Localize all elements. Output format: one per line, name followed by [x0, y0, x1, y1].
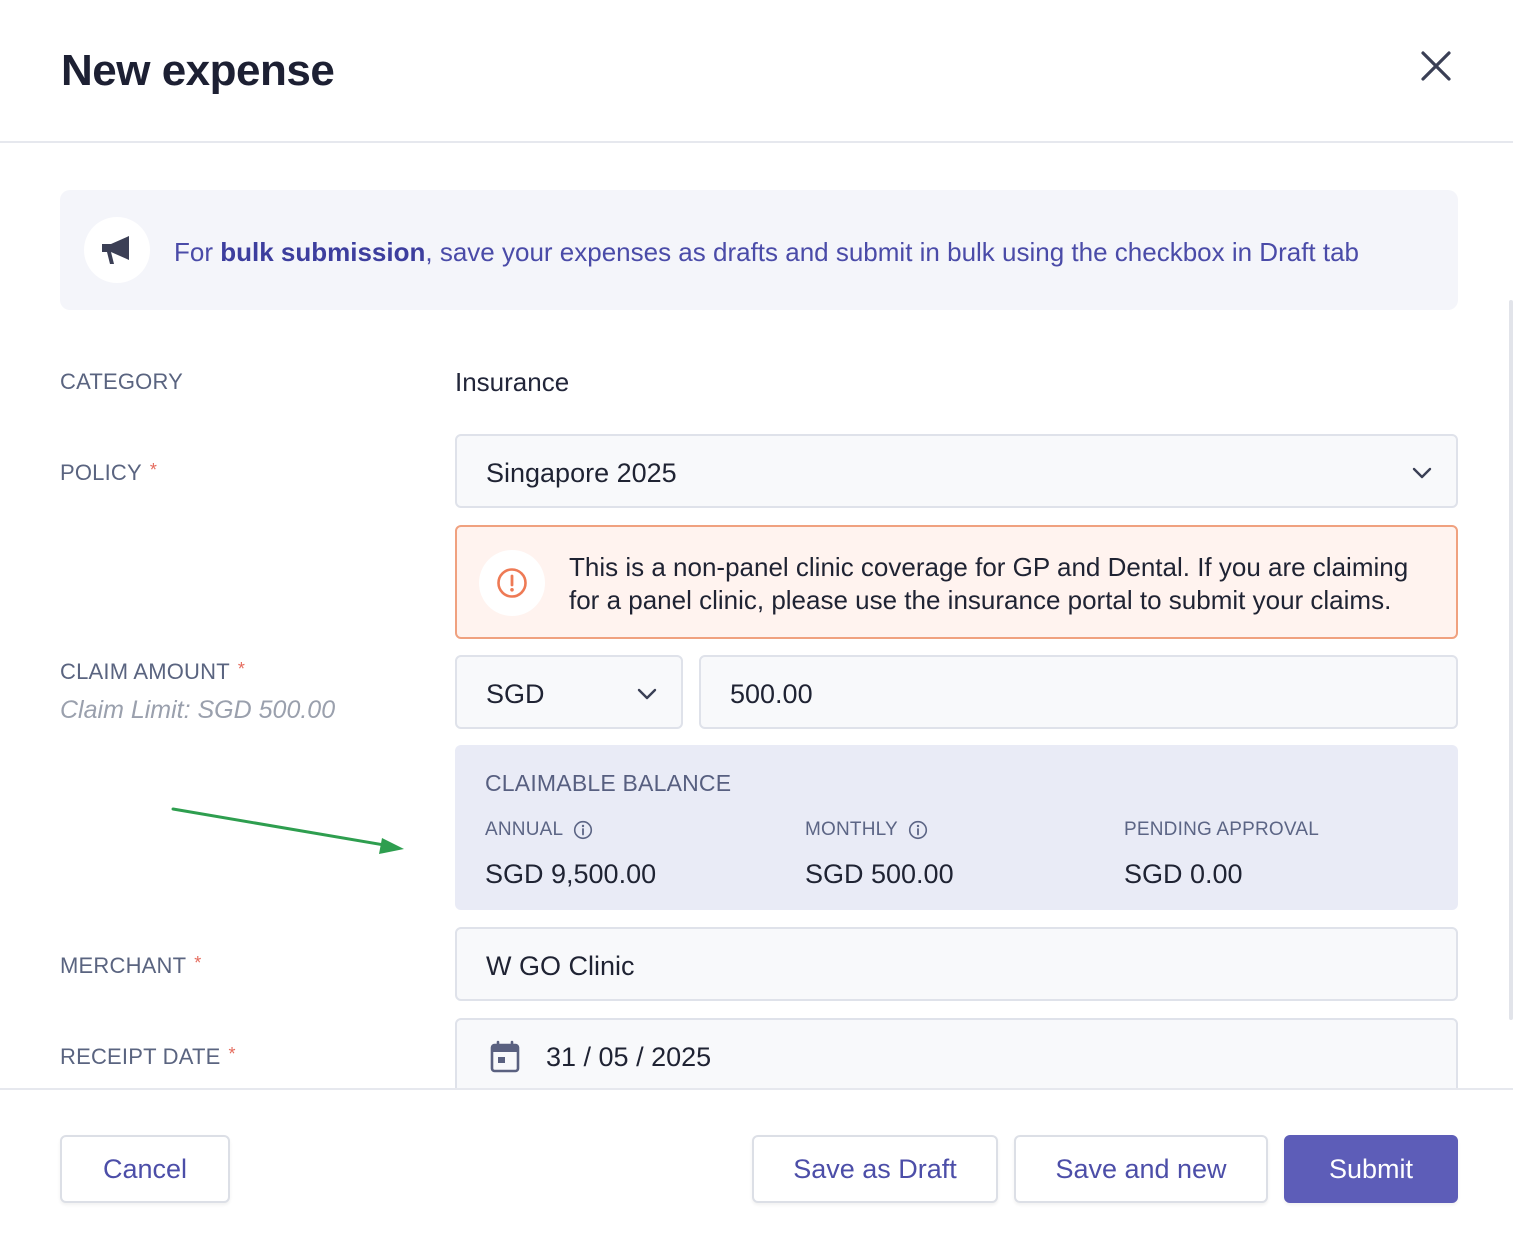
annotation-arrow-icon: [171, 807, 404, 854]
chevron-down-icon: [637, 688, 657, 700]
info-icon[interactable]: [908, 820, 928, 840]
claim-amount-value: 500.00: [730, 679, 813, 709]
submit-button[interactable]: Submit: [1284, 1135, 1458, 1203]
modal-body[interactable]: For bulk submission, save your expenses …: [0, 145, 1513, 1088]
merchant-label: MERCHANT *: [60, 953, 202, 978]
category-value: Insurance: [455, 367, 570, 397]
annual-balance: ANNUAL SGD 9,500.00: [485, 819, 656, 890]
banner-text: For bulk submission, save your expenses …: [174, 237, 1360, 267]
alert-icon-circle: [479, 550, 545, 616]
receipt-date-label: RECEIPT DATE *: [60, 1044, 236, 1069]
policy-select[interactable]: Singapore 2025: [455, 434, 1458, 508]
claim-amount-label: CLAIM AMOUNT *: [60, 659, 246, 684]
monthly-value: SGD 500.00: [805, 859, 954, 889]
annual-label: ANNUAL: [485, 819, 564, 840]
pending-approval-balance: PENDING APPROVAL SGD 0.00: [1124, 819, 1319, 890]
category-label: CATEGORY: [60, 369, 184, 394]
save-and-new-button[interactable]: Save and new: [1014, 1135, 1268, 1203]
alert-text: This is a non-panel clinic coverage for …: [569, 552, 1409, 615]
receipt-date-value: 31 / 05 / 2025: [546, 1042, 712, 1072]
pending-approval-label: PENDING APPROVAL: [1124, 819, 1320, 840]
banner-bold-text: bulk submission: [220, 237, 426, 267]
new-expense-modal: New expense For bulk submission, save yo…: [0, 0, 1513, 1240]
claim-amount-input[interactable]: 500.00: [699, 655, 1458, 729]
currency-select[interactable]: SGD: [455, 655, 683, 729]
policy-select-value: Singapore 2025: [486, 458, 677, 488]
info-icon[interactable]: [573, 820, 593, 840]
close-icon: [1421, 51, 1451, 81]
banner-icon-circle: [84, 217, 150, 283]
save-as-draft-button[interactable]: Save as Draft: [752, 1135, 998, 1203]
claim-limit-text: Claim Limit: SGD 500.00: [60, 696, 336, 724]
modal-footer: Cancel Save as Draft Save and new Submit: [0, 1088, 1513, 1240]
claimable-balance-title: CLAIMABLE BALANCE: [485, 770, 732, 796]
modal-header: New expense: [0, 0, 1513, 143]
cancel-button[interactable]: Cancel: [60, 1135, 230, 1203]
required-marker: *: [237, 659, 246, 679]
claimable-balance-panel: CLAIMABLE BALANCE ANNUAL SGD 9,500.00 MO…: [455, 745, 1458, 910]
bulk-submission-banner: For bulk submission, save your expenses …: [60, 190, 1458, 310]
non-panel-clinic-alert: This is a non-panel clinic coverage for …: [455, 525, 1458, 639]
merchant-input[interactable]: W GO Clinic: [455, 927, 1458, 1001]
annual-value: SGD 9,500.00: [485, 859, 657, 889]
monthly-balance: MONTHLY SGD 500.00: [805, 819, 954, 890]
pending-approval-value: SGD 0.00: [1124, 859, 1243, 889]
required-marker: *: [194, 953, 202, 973]
exclamation-circle-icon: [497, 568, 527, 598]
close-button[interactable]: [1414, 44, 1458, 88]
merchant-value: W GO Clinic: [486, 951, 635, 981]
currency-select-value: SGD: [486, 679, 545, 709]
megaphone-icon: [102, 236, 129, 264]
required-marker: *: [149, 460, 158, 480]
policy-label: POLICY *: [60, 460, 158, 485]
calendar-icon: [490, 1040, 520, 1073]
receipt-date-input[interactable]: 31 / 05 / 2025: [455, 1018, 1458, 1088]
modal-title: New expense: [61, 46, 335, 95]
chevron-down-icon: [1412, 467, 1432, 479]
monthly-label: MONTHLY: [805, 819, 898, 840]
scrollbar[interactable]: [1509, 300, 1513, 1020]
required-marker: *: [228, 1044, 236, 1064]
